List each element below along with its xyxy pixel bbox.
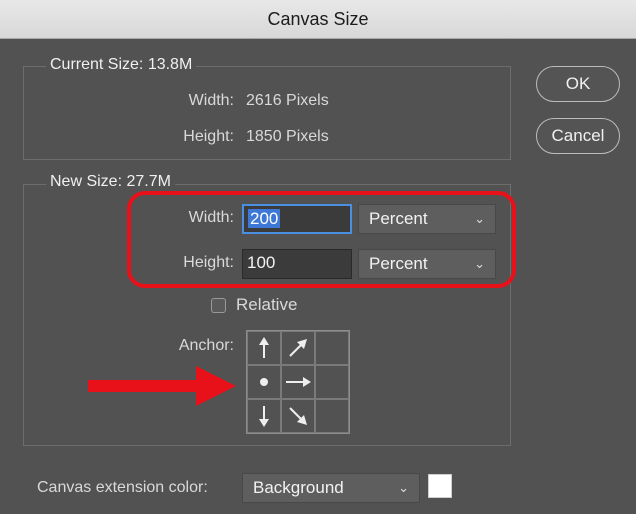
cancel-button[interactable]: Cancel <box>536 118 620 154</box>
new-size-legend: New Size: 27.7M <box>46 173 175 191</box>
anchor-grid <box>246 330 350 434</box>
anchor-cell-middle-right[interactable] <box>315 365 349 399</box>
relative-checkbox[interactable] <box>211 298 226 313</box>
relative-label: Relative <box>236 295 298 314</box>
arrow-down-icon <box>259 406 269 427</box>
arrow-up-icon <box>259 337 269 358</box>
anchor-cell-top-right[interactable] <box>315 331 349 365</box>
extension-color-swatch[interactable] <box>428 474 452 498</box>
anchor-cell-middle-left[interactable] <box>247 365 281 399</box>
extension-color-select[interactable]: Background ⌄ <box>242 473 420 503</box>
annotation-highlight-box <box>127 191 516 288</box>
anchor-cell-bottom-left[interactable] <box>247 399 281 433</box>
arrow-right-icon <box>286 377 311 387</box>
arrow-up-right-icon <box>289 339 307 357</box>
anchor-cell-top-left[interactable] <box>247 331 281 365</box>
dialog-title-bar: Canvas Size <box>0 0 636 39</box>
current-width-value: 2616 Pixels <box>246 92 329 109</box>
annotation-arrow-icon <box>88 366 236 406</box>
current-width-label: Width: <box>188 92 234 109</box>
arrow-down-right-icon <box>289 407 307 425</box>
current-height-value: 1850 Pixels <box>246 128 329 145</box>
chevron-down-icon: ⌄ <box>398 480 409 495</box>
anchor-cell-top-center[interactable] <box>281 331 315 365</box>
extension-color-label: Canvas extension color: <box>37 479 208 496</box>
dialog-title: Canvas Size <box>267 8 369 29</box>
current-height-label: Height: <box>183 128 234 145</box>
ok-button[interactable]: OK <box>536 66 620 102</box>
anchor-label: Anchor: <box>178 337 234 354</box>
current-size-legend: Current Size: 13.8M <box>46 56 197 74</box>
extension-color-value: Background <box>253 478 344 497</box>
anchor-cell-center[interactable] <box>281 365 315 399</box>
anchor-dot-icon <box>260 378 268 386</box>
anchor-cell-bottom-right[interactable] <box>315 399 349 433</box>
anchor-cell-bottom-center[interactable] <box>281 399 315 433</box>
